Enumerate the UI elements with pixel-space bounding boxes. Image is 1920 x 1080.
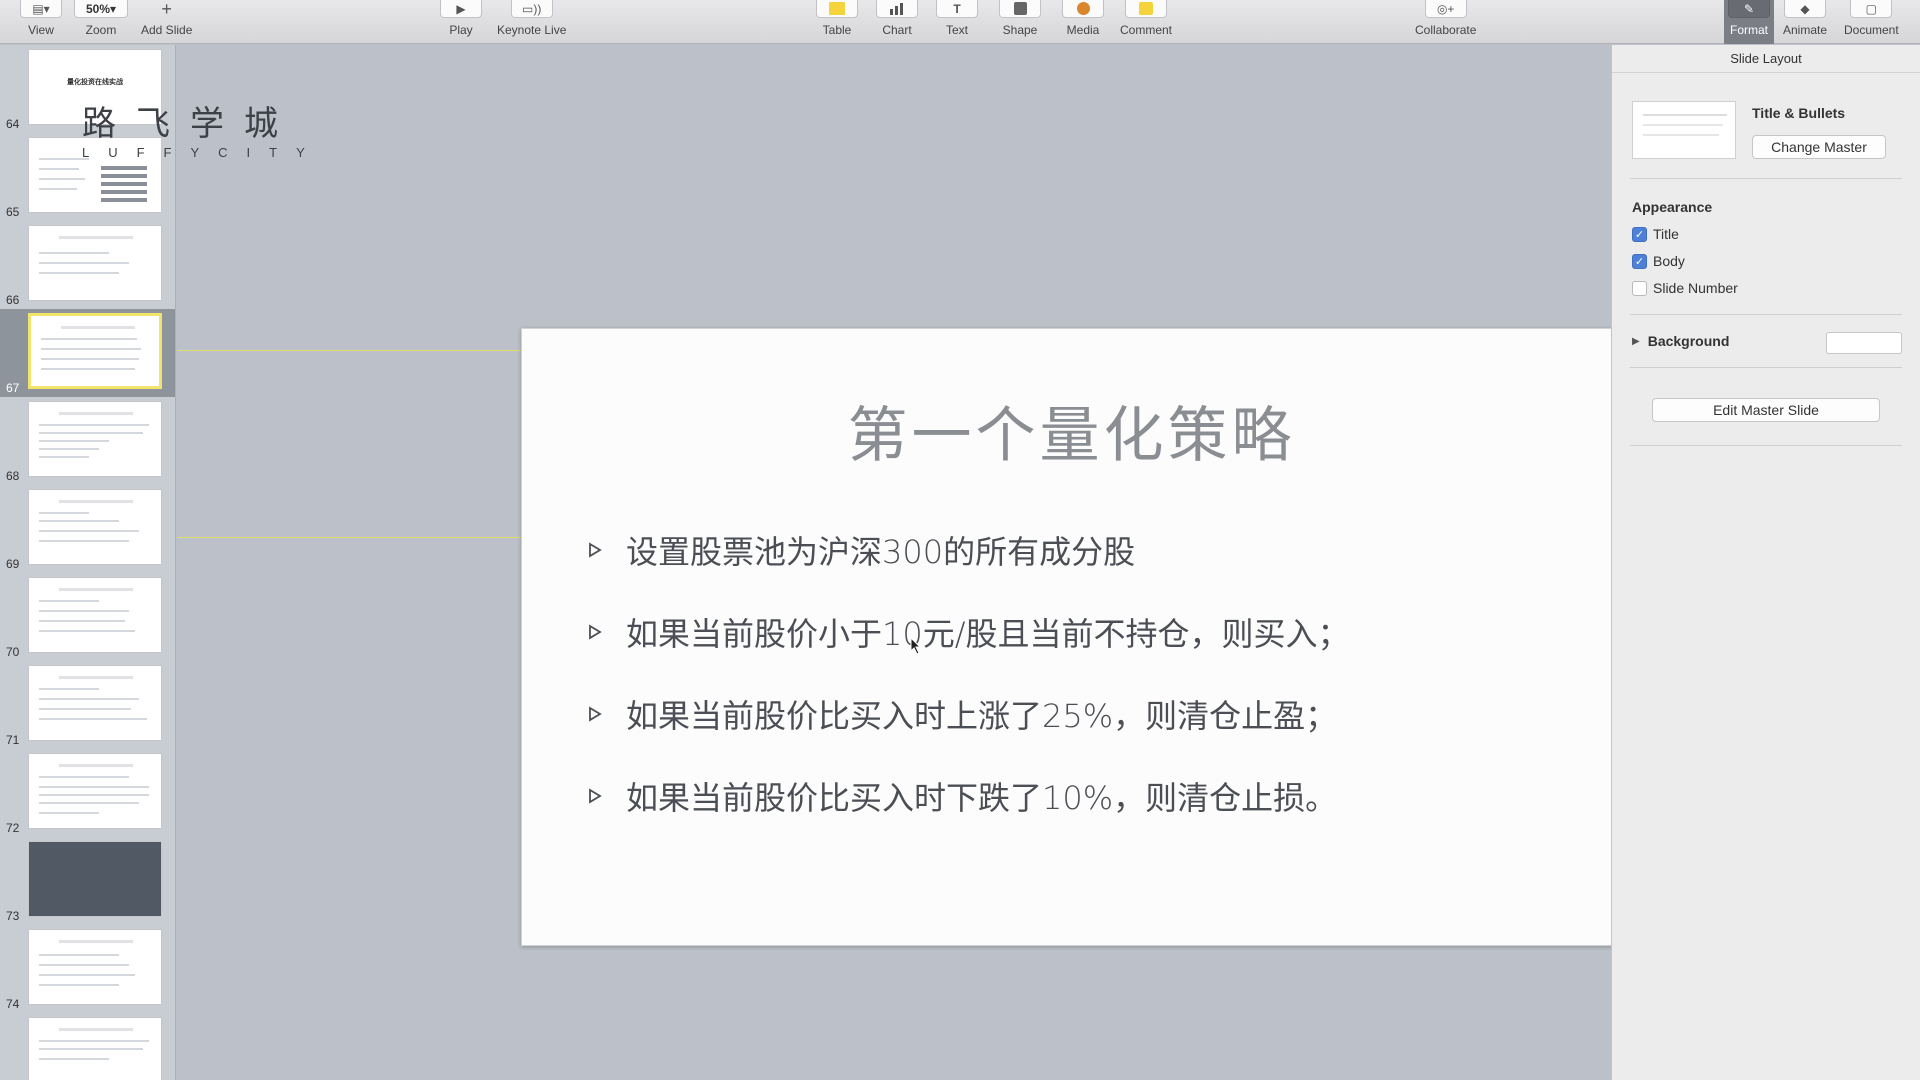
layout-thumbnail[interactable] [1632,101,1736,159]
text-icon: T [936,0,978,18]
slide-thumbnail-74[interactable]: 74 [0,925,175,1013]
watermark-logo-en: LUFFYCITY [82,145,324,160]
divider [1630,445,1902,446]
change-master-button[interactable]: Change Master [1752,135,1886,159]
sidebar-icon: ▤▾ [20,0,62,18]
bullet-item[interactable]: 设置股票池为沪深300的所有成分股 [588,527,1135,573]
slide-thumbnail-71[interactable]: 71 [0,661,175,749]
comment-icon [1125,0,1167,18]
chart-button[interactable]: Chart [876,0,918,44]
slide-navigator[interactable]: 量化投资在线实战 64 65 66 67 68 69 70 71 72 73 7… [0,45,176,1080]
slide-thumbnail-image [28,401,162,477]
body-checkbox[interactable]: ✓ Body [1632,253,1685,269]
broadcast-icon: ▭)) [510,0,553,18]
triangle-bullet-icon [589,542,602,558]
slide-thumbnail-image [28,225,162,301]
slide-title[interactable]: 第一个量化策略 [522,387,1621,474]
slide-thumbnail-68[interactable]: 68 [0,397,175,485]
view-button[interactable]: ▤▾ View [20,0,62,44]
slide-thumbnail-image [28,489,162,565]
play-icon: ▶ [440,0,482,18]
media-icon [1062,0,1104,18]
background-color-well[interactable] [1826,332,1902,354]
mouse-cursor-icon [910,637,922,655]
zoom-value: 50% ▾ [74,0,128,18]
slide-thumbnail-image [28,665,162,741]
toolbar: ▤▾ View 50% ▾ Zoom + Add Slide ▶ Play ▭))… [0,0,1920,44]
appearance-heading: Appearance [1632,199,1713,215]
triangle-bullet-icon [589,788,602,804]
bullet-item[interactable]: 如果当前股价小于10元/股且当前不持仓，则买入； [588,609,1350,655]
slide-thumbnail-66[interactable]: 66 [0,221,175,309]
keynote-live-button[interactable]: ▭)) Keynote Live [497,0,566,44]
shape-icon [999,0,1041,18]
collaborate-button[interactable]: ◎+ Collaborate [1415,0,1476,44]
divider [1630,314,1902,315]
collaborate-icon: ◎+ [1424,0,1467,18]
slide-thumbnail-69[interactable]: 69 [0,485,175,573]
zoom-select[interactable]: 50% ▾ Zoom [74,0,128,44]
slide-canvas[interactable]: 第一个量化策略 设置股票池为沪深300的所有成分股 如果当前股价小于10元/股且… [177,45,1620,1080]
edit-master-slide-button[interactable]: Edit Master Slide [1652,398,1880,422]
shape-button[interactable]: Shape [999,0,1041,44]
slide-number-checkbox[interactable]: Slide Number [1632,280,1738,296]
play-button[interactable]: ▶ Play [440,0,482,44]
format-inspector: Slide Layout Title & Bullets Change Mast… [1611,45,1920,1080]
empty-checkbox-icon [1632,280,1647,296]
slide-thumbnail-image [28,929,162,1005]
slide-thumbnail-image [28,753,162,829]
add-slide-button[interactable]: + Add Slide [141,0,192,44]
chart-icon [876,0,918,18]
slide-thumbnail-70[interactable]: 70 [0,573,175,661]
watermark-logo-cn: 路飞学城 [82,104,298,144]
slide-thumbnail-image [28,1017,162,1080]
plus-icon: + [161,0,172,19]
bullet-item[interactable]: 如果当前股价比买入时上涨了25%，则清仓止盈； [588,691,1337,737]
slide-thumbnail-67[interactable]: 67 [0,309,175,397]
triangle-bullet-icon [589,624,602,640]
divider [1630,178,1902,179]
diamond-icon: ◆ [1784,0,1827,18]
layout-name: Title & Bullets [1752,105,1846,121]
slide-thumbnail-75[interactable]: 75 [0,1013,175,1080]
table-icon [816,0,858,18]
slide-thumbnail-image [28,313,162,389]
slide-thumbnail-image [28,841,162,917]
disclosure-triangle-icon: ▶ [1632,335,1640,347]
slide[interactable]: 第一个量化策略 设置股票池为沪深300的所有成分股 如果当前股价小于10元/股且… [521,328,1620,946]
title-checkbox[interactable]: ✓ Title [1632,226,1679,242]
checkmark-icon: ✓ [1632,226,1647,242]
slide-thumbnail-image [28,577,162,653]
text-button[interactable]: T Text [936,0,978,44]
slide-thumbnail-72[interactable]: 72 [0,749,175,837]
document-button[interactable]: ▢ Document [1844,0,1899,44]
paintbrush-icon: ✎ [1728,0,1770,18]
checkmark-icon: ✓ [1632,253,1647,269]
format-button[interactable]: ✎ Format [1724,0,1774,44]
slide-thumbnail-73[interactable]: 73 [0,837,175,925]
table-button[interactable]: Table [816,0,858,44]
document-icon: ▢ [1850,0,1893,18]
bullet-item[interactable]: 如果当前股价比买入时下跌了10%，则清仓止损。 [588,773,1337,819]
triangle-bullet-icon [589,706,602,722]
media-button[interactable]: Media [1062,0,1104,44]
background-disclosure[interactable]: ▶ Background [1632,333,1729,349]
animate-button[interactable]: ◆ Animate [1783,0,1827,44]
tab-slide-layout[interactable]: Slide Layout [1612,45,1920,73]
comment-button[interactable]: Comment [1120,0,1172,44]
divider [1630,367,1902,368]
